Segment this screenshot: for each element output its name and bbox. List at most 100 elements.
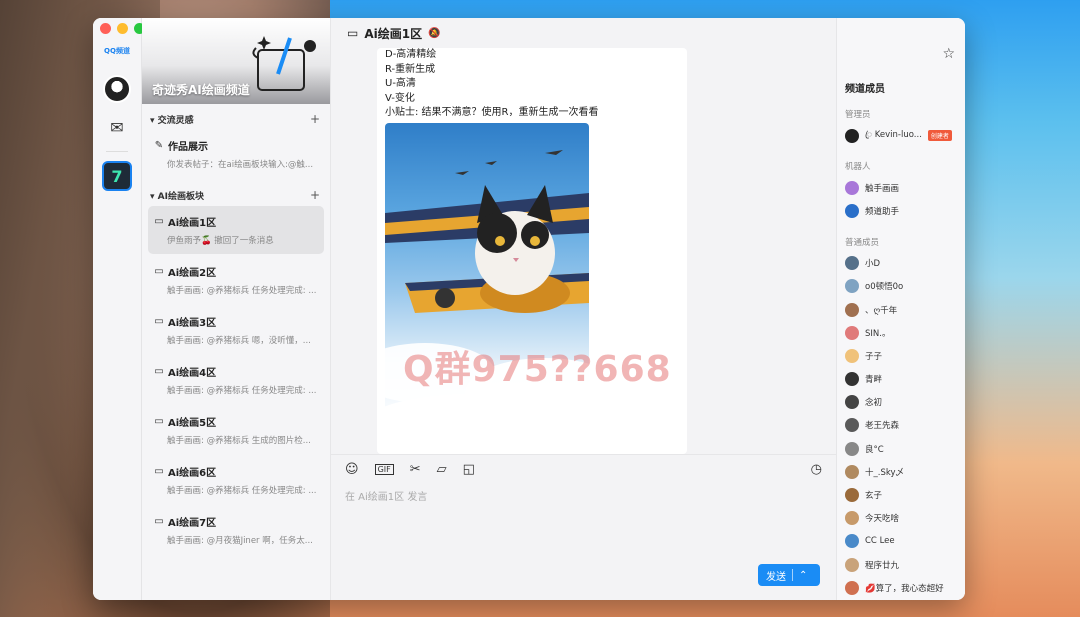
member-name: 触手画画 <box>865 183 900 194</box>
channel-icon[interactable]: 7 <box>102 161 132 191</box>
channel-item-ai-6[interactable]: ▭ Ai绘画6区 触手画画: @养猪标兵 任务处理完成: ... <box>148 456 324 504</box>
gif-icon[interactable]: GIF <box>374 464 394 475</box>
member-name: 今天吃啥 <box>865 514 900 525</box>
member-name: 频道助手 <box>865 206 900 217</box>
message-line: D-高清精绘 <box>385 49 437 60</box>
member-row[interactable]: 子子 <box>845 344 965 367</box>
avatar <box>845 325 859 340</box>
member-row[interactable]: 💋算了，我心态超好 <box>845 576 965 599</box>
close-window-button[interactable] <box>100 23 111 34</box>
member-row[interactable]: 湫。 <box>845 599 965 600</box>
channel-item-title: Ai绘画5区 <box>168 418 217 429</box>
qq-channel-window: QQ频道 ✉ 7 奇迹秀AI绘画频道 ▾ 交流灵感 + ✎ 作品展示 你发表帖子：… <box>93 18 965 600</box>
screen-share-icon[interactable]: ◱ <box>463 462 475 477</box>
member-group-label: 机器人 <box>845 162 871 173</box>
channel-item-ai-1[interactable]: ▭ Ai绘画1区 伊鱼雨予🍒 撤回了一条消息 <box>148 206 324 254</box>
member-groups: 管理员ꦿ Kevin-luo... 创建者机器人触手画画频道助手普通成员小D o0顿… <box>845 108 965 600</box>
member-row[interactable]: 今天吃啥 <box>845 507 965 530</box>
member-group-label: 普通成员 <box>845 237 880 248</box>
channel-item-preview: 触手画画: @月夜猫Jiner 啊，任务太... <box>167 536 313 546</box>
mail-icon[interactable]: ✉ <box>103 113 131 141</box>
chat-title: Ai绘画1区 <box>364 26 423 41</box>
member-row[interactable]: 良°C <box>845 437 965 460</box>
add-icon[interactable]: + <box>310 112 320 126</box>
section-header-ai-painting[interactable]: ▾ AI绘画板块 + <box>142 180 330 206</box>
bot-message: D-高清精绘 R-重新生成 U-高清 V-变化 小贴士: 结果不满意？使用R，重… <box>377 48 687 454</box>
channel-banner[interactable]: 奇迹秀AI绘画频道 <box>142 18 330 104</box>
member-row[interactable]: 十_.Sky乄 <box>845 460 965 483</box>
channel-item-preview: 触手画画: @养猪标兵 任务处理完成: ... <box>167 486 317 496</box>
chat-header: ▭ Ai绘画1区 🔕 <box>331 18 836 48</box>
member-list-title: 频道成员 <box>845 84 885 95</box>
member-list-panel: ☆ 频道成员 管理员ꦿ Kevin-luo... 创建者机器人触手画画频道助手普通… <box>836 18 965 600</box>
avatar <box>845 256 859 271</box>
star-icon[interactable]: ☆ <box>942 46 955 62</box>
member-name: 老王先森 <box>865 421 900 432</box>
member-row[interactable]: 触手画画 <box>845 176 965 199</box>
message-list[interactable]: D-高清精绘 R-重新生成 U-高清 V-变化 小贴士: 结果不满意？使用R，重… <box>331 48 836 454</box>
avatar <box>845 441 859 456</box>
minimize-window-button[interactable] <box>117 23 128 34</box>
member-name: 念初 <box>865 398 883 409</box>
mute-bell-icon[interactable]: 🔕 <box>428 28 440 39</box>
emoji-icon[interactable]: ☺ <box>345 462 359 477</box>
avatar <box>845 348 859 363</box>
chat-panel: ▭ Ai绘画1区 🔕 D-高清精绘 R-重新生成 U-高清 V-变化 小贴士: … <box>331 18 836 600</box>
channel-item-title: 作品展示 <box>168 142 208 153</box>
member-group-label: 管理员 <box>845 110 871 120</box>
user-avatar[interactable] <box>103 75 131 103</box>
message-line: U-高清 <box>385 78 416 89</box>
member-row[interactable]: 青畔 <box>845 368 965 391</box>
section-header-inspiration[interactable]: ▾ 交流灵感 + <box>142 104 330 130</box>
channel-item-ai-5[interactable]: ▭ Ai绘画5区 触手画画: @养猪标兵 生成的图片检... <box>148 406 324 454</box>
message-input-area[interactable]: 在 Ai绘画1区 发言 发送 ⌃ <box>331 484 836 600</box>
channel-list-panel: 奇迹秀AI绘画频道 ▾ 交流灵感 + ✎ 作品展示 你发表帖子：在ai绘画板块输入… <box>142 18 331 600</box>
channel-item-preview: 伊鱼雨予🍒 撤回了一条消息 <box>167 236 274 246</box>
chat-bubble-icon: ▭ <box>154 366 164 377</box>
add-icon[interactable]: + <box>310 188 320 202</box>
member-row[interactable]: 小D <box>845 252 965 275</box>
channel-item-preview: 触手画画: @养猪标兵 任务处理完成: ... <box>167 386 317 396</box>
channel-item-title: Ai绘画2区 <box>168 268 217 279</box>
member-row[interactable]: 程序廿九 <box>845 553 965 576</box>
member-row[interactable]: 念初 <box>845 391 965 414</box>
member-row[interactable]: SIN.。 <box>845 321 965 344</box>
member-row[interactable]: 玄子 <box>845 483 965 506</box>
member-row[interactable]: 老王先森 <box>845 414 965 437</box>
composer-toolbar: ☺ GIF ✂ ▱ ◱ ◷ <box>331 454 836 484</box>
message-line: V-变化 <box>385 92 415 104</box>
section-title: 交流灵感 <box>157 115 194 126</box>
qq-group-watermark: Q群975??668 <box>403 349 672 390</box>
send-button[interactable]: 发送 ⌃ <box>758 564 820 586</box>
member-name: 程序廿九 <box>865 560 900 571</box>
member-row[interactable]: CC Lee <box>845 530 965 553</box>
clock-icon[interactable]: ◷ <box>811 462 822 477</box>
window-controls <box>100 23 145 34</box>
member-name: 💋算了，我心态超好 <box>865 583 944 594</box>
member-name: o0顿悟0o <box>865 282 904 293</box>
channel-item-showcase[interactable]: ✎ 作品展示 你发表帖子：在ai绘画板块输入:@触... <box>148 130 324 178</box>
avatar <box>845 580 859 595</box>
channel-name: 奇迹秀AI绘画频道 <box>152 83 250 97</box>
chat-bubble-icon: ▭ <box>154 266 164 277</box>
folder-icon[interactable]: ▱ <box>437 462 447 477</box>
send-label: 发送 <box>766 571 786 583</box>
channel-item-ai-3[interactable]: ▭ Ai绘画3区 触手画画: @养猪标兵 嗯，没听懂，... <box>148 306 324 354</box>
member-name: 青畔 <box>865 375 883 386</box>
member-row[interactable]: ꦿ Kevin-luo... 创建者 <box>845 124 965 147</box>
channel-item-ai-4[interactable]: ▭ Ai绘画4区 触手画画: @养猪标兵 任务处理完成: ... <box>148 356 324 404</box>
member-row[interactable]: 、ღ千年 <box>845 298 965 321</box>
avatar <box>845 395 859 410</box>
avatar <box>845 534 859 549</box>
channel-item-ai-7[interactable]: ▭ Ai绘画7区 触手画画: @月夜猫Jiner 啊，任务太... <box>148 506 324 554</box>
channel-badge-text: 7 <box>111 166 123 186</box>
channel-item-ai-2[interactable]: ▭ Ai绘画2区 触手画画: @养猪标兵 任务处理完成: ... <box>148 256 324 304</box>
scissors-icon[interactable]: ✂ <box>410 462 421 477</box>
message-line: R-重新生成 <box>385 63 436 75</box>
channel-item-preview: 触手画画: @养猪标兵 嗯，没听懂，... <box>167 336 311 346</box>
avatar <box>845 372 859 387</box>
chevron-up-icon[interactable]: ⌃ <box>799 570 807 581</box>
channel-item-title: Ai绘画4区 <box>168 368 217 379</box>
member-row[interactable]: 频道助手 <box>845 199 965 222</box>
member-row[interactable]: o0顿悟0o <box>845 275 965 298</box>
